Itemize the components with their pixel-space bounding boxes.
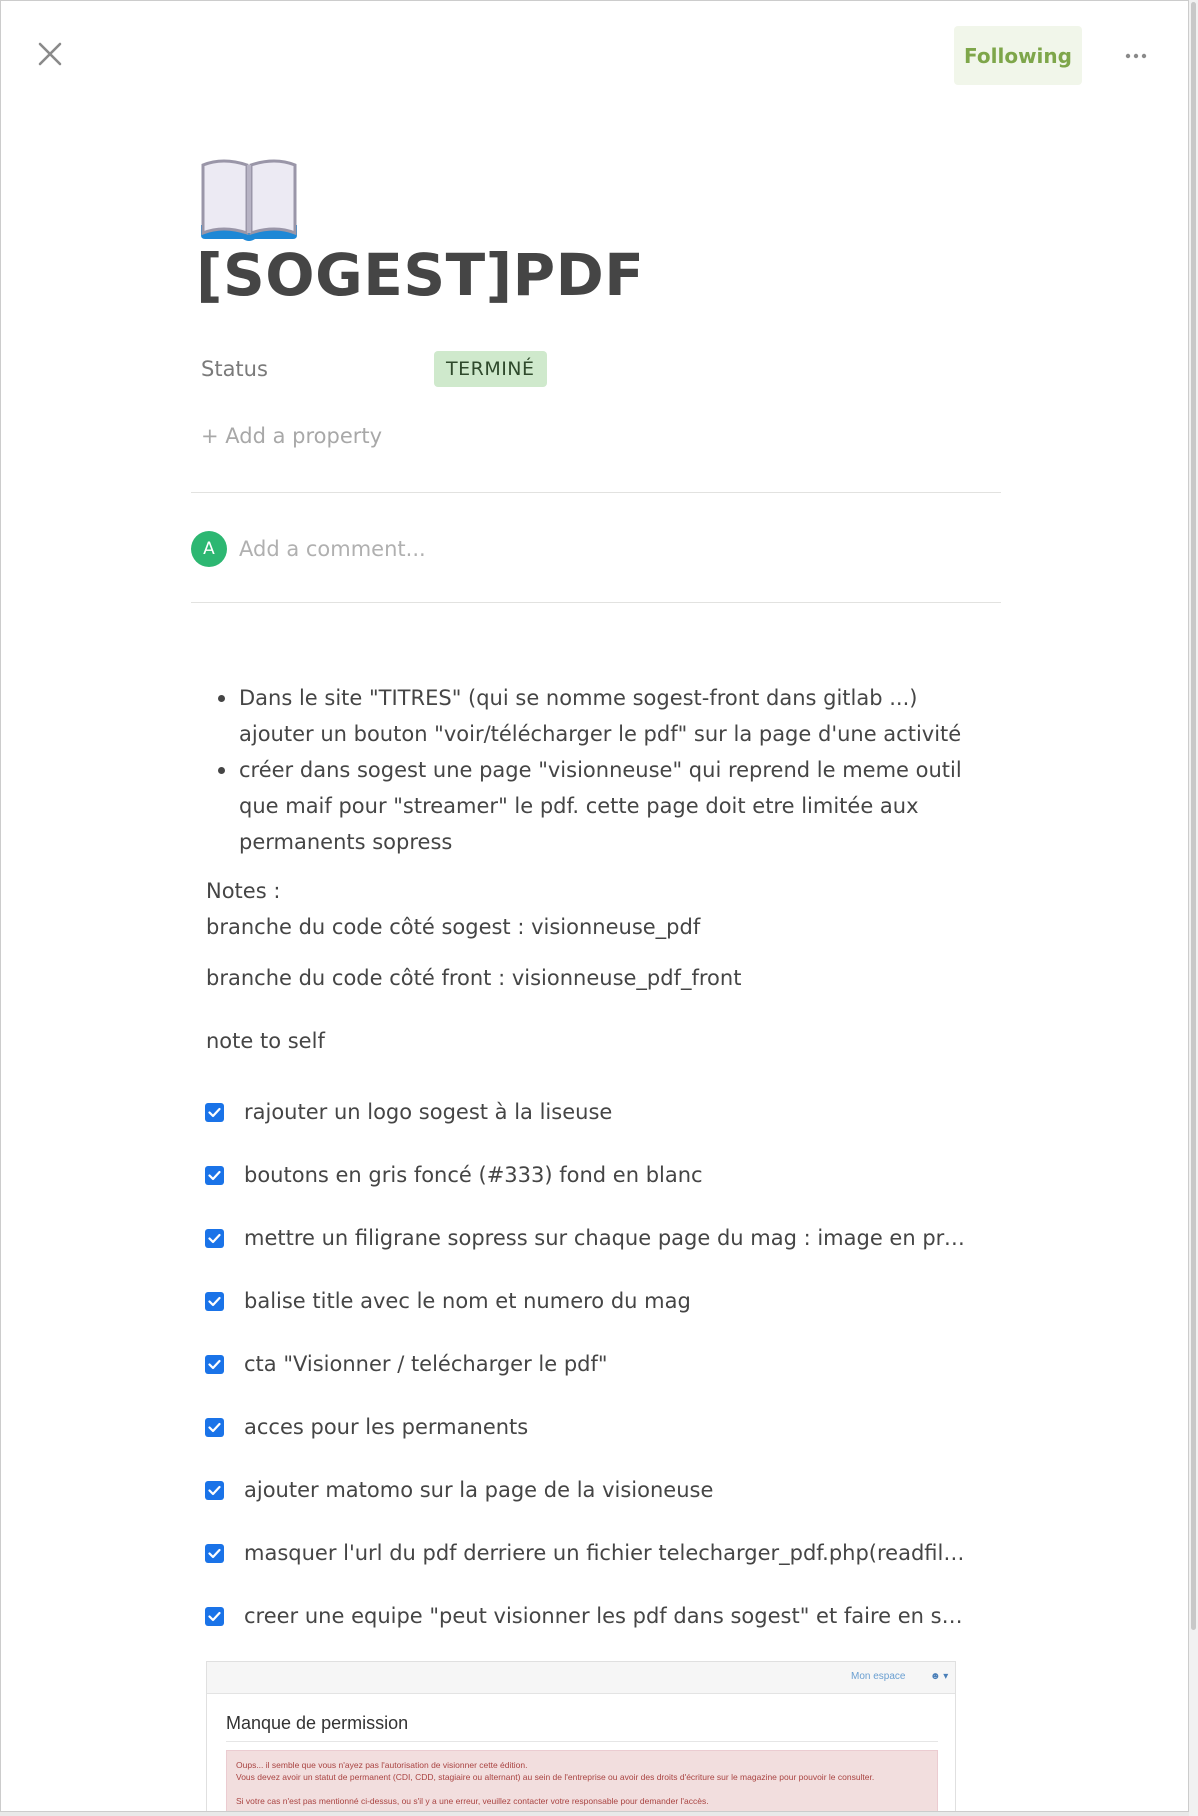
ellipsis-icon [1125,53,1147,59]
checkmark-icon [208,1485,221,1495]
open-book-icon[interactable] [197,153,301,241]
todo-item: rajouter un logo sogest à la liseuse [205,1094,975,1130]
avatar: A [191,531,227,567]
branch-front-text[interactable]: branche du code côté front : visionneuse… [206,966,741,990]
checkmark-icon [208,1107,221,1117]
todo-item: boutons en gris foncé (#333) fond en bla… [205,1157,975,1193]
todo-label[interactable]: ajouter matomo sur la page de la visione… [244,1478,974,1502]
todo-label[interactable]: creer une equipe "peut visionner les pdf… [244,1604,974,1628]
list-item[interactable]: créer dans sogest une page "visionneuse"… [206,752,981,860]
todo-checkbox[interactable] [205,1606,224,1626]
checkmark-icon [208,1359,221,1369]
embedded-screenshot[interactable]: Mon espace ☻ ▾ Manque de permission Oups… [206,1661,956,1811]
todo-label[interactable]: mettre un filigrane sopress sur chaque p… [244,1226,974,1250]
alert-text: Vous devez avoir un statut de permanent … [236,1772,875,1782]
todo-item: mettre un filigrane sopress sur chaque p… [205,1220,975,1256]
todo-label[interactable]: cta "Visionner / telécharger le pdf" [244,1352,974,1376]
todo-item: acces pour les permanents [205,1409,975,1445]
property-status-row: Status TERMINÉ [201,351,547,387]
divider [191,602,1001,603]
alert-text: Si votre cas n'est pas mentionné ci-dess… [236,1796,709,1806]
checkmark-icon [208,1296,221,1306]
following-button[interactable]: Following [954,26,1082,85]
todo-item: creer une equipe "peut visionner les pdf… [205,1598,975,1634]
todo-label[interactable]: boutons en gris foncé (#333) fond en bla… [244,1163,974,1187]
note-to-self-text[interactable]: note to self [206,1029,325,1053]
checkmark-icon [208,1170,221,1180]
todo-item: masquer l'url du pdf derriere un fichier… [205,1535,975,1571]
more-options-button[interactable] [1119,41,1153,71]
screenshot-alert: Oups... il semble que vous n'ayez pas l'… [226,1750,938,1811]
property-label-status[interactable]: Status [201,357,434,381]
todo-checkbox[interactable] [205,1543,224,1563]
checkmark-icon [208,1422,221,1432]
scrollbar[interactable] [1189,0,1198,1816]
close-icon [38,42,62,66]
todo-item: cta "Visionner / telécharger le pdf" [205,1346,975,1382]
alert-text: Oups... il semble que vous n'ayez pas l'… [236,1760,528,1770]
todo-label[interactable]: acces pour les permanents [244,1415,974,1439]
todo-label[interactable]: masquer l'url du pdf derriere un fichier… [244,1541,974,1565]
todo-checkbox[interactable] [205,1480,224,1500]
todo-checkbox[interactable] [205,1354,224,1374]
comment-input[interactable] [239,533,939,565]
notes-label[interactable]: Notes : [206,879,280,903]
status-badge[interactable]: TERMINÉ [434,351,547,387]
screenshot-topbar: Mon espace ☻ ▾ [207,1662,955,1694]
todo-checkbox[interactable] [205,1291,224,1311]
page-title[interactable]: [SOGEST]PDF [196,241,644,309]
todo-checkbox[interactable] [205,1417,224,1437]
divider [191,492,1001,493]
todo-label[interactable]: balise title avec le nom et numero du ma… [244,1289,974,1313]
todo-label[interactable]: rajouter un logo sogest à la liseuse [244,1100,974,1124]
checkmark-icon [208,1611,221,1621]
todo-checkbox[interactable] [205,1228,224,1248]
screenshot-nav-link: Mon espace [851,1671,906,1682]
todo-item: balise title avec le nom et numero du ma… [205,1283,975,1319]
checkmark-icon [208,1548,221,1558]
divider [226,1741,938,1742]
bullet-list: Dans le site "TITRES" (qui se nomme soge… [206,680,981,860]
add-property-button[interactable]: + Add a property [201,424,382,448]
scrollbar-thumb[interactable] [1191,2,1196,1630]
screenshot-heading: Manque de permission [226,1713,409,1733]
todo-checkbox[interactable] [205,1165,224,1185]
user-icon: ☻ ▾ [930,1671,949,1682]
todo-checkbox[interactable] [205,1102,224,1122]
list-item[interactable]: Dans le site "TITRES" (qui se nomme soge… [206,680,981,752]
checkmark-icon [208,1233,221,1243]
close-button[interactable] [35,39,65,69]
branch-sogest-text[interactable]: branche du code côté sogest : visionneus… [206,915,700,939]
page-panel: Following [SOGEST]PDF Status TERMINÉ + A… [1,1,1188,1811]
todo-item: ajouter matomo sur la page de la visione… [205,1472,975,1508]
